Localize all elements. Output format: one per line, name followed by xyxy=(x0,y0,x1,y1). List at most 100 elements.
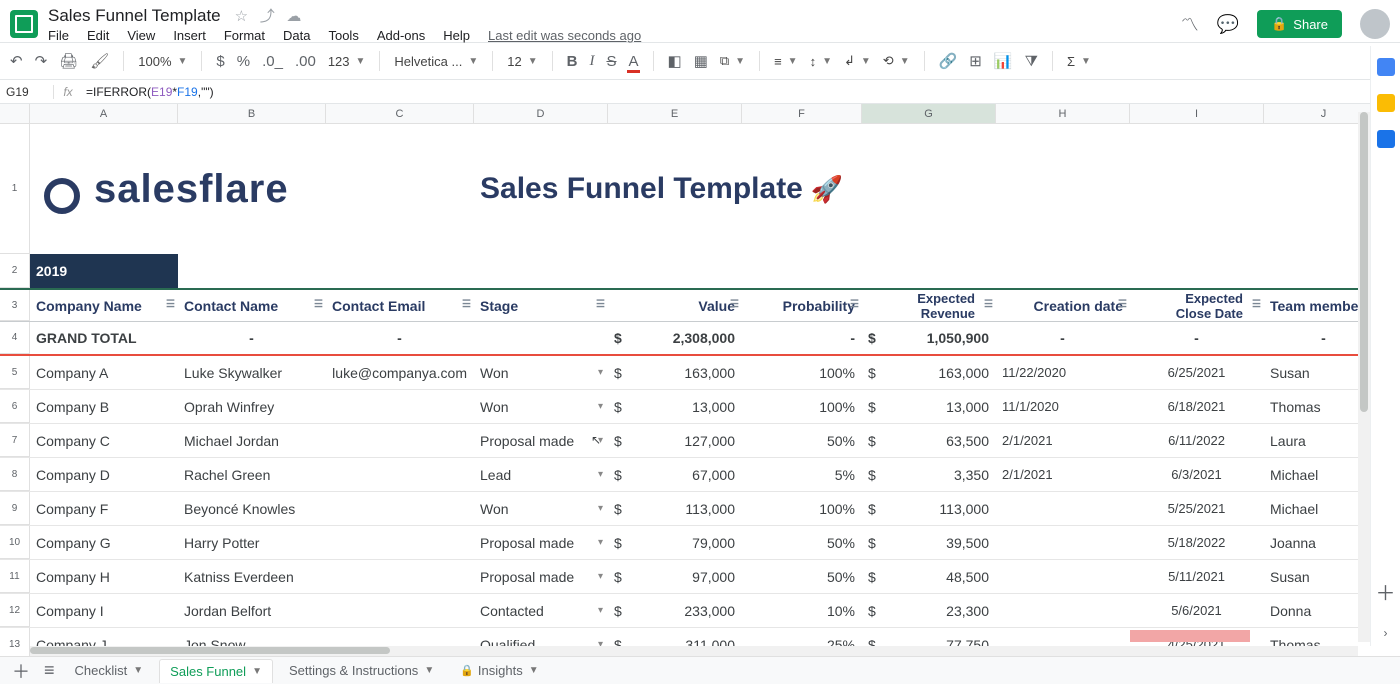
cell[interactable] xyxy=(1130,254,1264,288)
stage-cell[interactable]: Contacted xyxy=(474,594,608,627)
stage-cell[interactable]: Won xyxy=(474,492,608,525)
probability-cell[interactable]: 10% xyxy=(742,594,862,627)
probability-cell[interactable]: 50% xyxy=(742,560,862,593)
cell[interactable]: - xyxy=(326,322,474,354)
cell[interactable] xyxy=(178,254,326,288)
value-cell[interactable]: 13,000 xyxy=(608,390,742,423)
col-header-d[interactable]: D xyxy=(474,104,608,123)
all-sheets-icon[interactable]: ≡ xyxy=(40,660,59,681)
probability-cell[interactable]: 100% xyxy=(742,492,862,525)
row-number[interactable]: 5 xyxy=(0,356,30,389)
row-number[interactable]: 6 xyxy=(0,390,30,423)
filter-icon[interactable]: ☰ xyxy=(462,299,471,310)
row-number[interactable]: 11 xyxy=(0,560,30,593)
company-cell[interactable]: Company C xyxy=(30,424,178,457)
tab-checklist[interactable]: Checklist▼ xyxy=(65,659,154,682)
fill-color-icon[interactable]: ◧ xyxy=(668,52,682,70)
menu-tools[interactable]: Tools xyxy=(328,28,358,43)
menu-help[interactable]: Help xyxy=(443,28,470,43)
filter-icon[interactable]: ☰ xyxy=(166,299,175,310)
expected-revenue-cell[interactable]: 63,500 xyxy=(862,424,996,457)
print-icon[interactable]: 🖨 xyxy=(59,52,78,70)
company-cell[interactable]: Company D xyxy=(30,458,178,491)
cell[interactable]: - xyxy=(996,322,1130,354)
menu-file[interactable]: File xyxy=(48,28,69,43)
filter-icon[interactable]: ☰ xyxy=(984,299,993,310)
hide-sidepanel-icon[interactable]: › xyxy=(1384,626,1388,640)
contact-email-cell[interactable] xyxy=(326,560,474,593)
add-addon-icon[interactable]: ＋ xyxy=(1376,577,1396,606)
contact-name-cell[interactable]: Jordan Belfort xyxy=(178,594,326,627)
value-cell[interactable]: 113,000 xyxy=(608,492,742,525)
font-dropdown[interactable]: Helvetica ...▼ xyxy=(394,54,478,69)
close-date-cell[interactable]: 6/18/2021 xyxy=(1130,390,1264,423)
format-currency-icon[interactable]: $ xyxy=(216,53,224,70)
company-cell[interactable]: Company G xyxy=(30,526,178,559)
value-cell[interactable]: 233,000 xyxy=(608,594,742,627)
filter-icon[interactable]: ☰ xyxy=(596,299,605,310)
rotate-dropdown[interactable]: ⟲▼ xyxy=(883,53,910,69)
hdr-company[interactable]: Company Name☰ xyxy=(30,290,178,321)
increase-decimal-icon[interactable]: .00 xyxy=(295,53,316,70)
contact-email-cell[interactable]: luke@companya.com xyxy=(326,356,474,389)
cell[interactable] xyxy=(474,322,608,354)
name-box[interactable]: G19 xyxy=(0,85,54,99)
grand-total-revenue[interactable]: 1,050,900 xyxy=(862,322,996,354)
hdr-contact-name[interactable]: Contact Name☰ xyxy=(178,290,326,321)
row-number[interactable]: 10 xyxy=(0,526,30,559)
col-header-i[interactable]: I xyxy=(1130,104,1264,123)
filter-icon[interactable]: ☰ xyxy=(1118,299,1127,310)
bold-icon[interactable]: B xyxy=(567,53,578,70)
row-number[interactable]: 2 xyxy=(0,254,30,288)
company-cell[interactable]: Company F xyxy=(30,492,178,525)
filter-icon[interactable]: ⧩ xyxy=(1025,53,1038,70)
formula-input[interactable]: =IFERROR(E19*F19,"") xyxy=(82,85,218,99)
tab-insights[interactable]: 🔒Insights▼ xyxy=(450,659,548,682)
paint-format-icon[interactable]: 🖌 xyxy=(90,52,109,70)
creation-date-cell[interactable]: 11/22/2020 xyxy=(996,356,1130,389)
row-number[interactable]: 4 xyxy=(0,322,30,354)
add-sheet-icon[interactable]: ＋ xyxy=(8,658,34,684)
contact-email-cell[interactable] xyxy=(326,594,474,627)
hdr-probability[interactable]: Probability☰ xyxy=(742,290,862,321)
grand-total-value[interactable]: 2,308,000 xyxy=(608,322,742,354)
company-cell[interactable]: Company I xyxy=(30,594,178,627)
contact-email-cell[interactable] xyxy=(326,390,474,423)
creation-date-cell[interactable]: 11/1/2020 xyxy=(996,390,1130,423)
probability-cell[interactable]: 5% xyxy=(742,458,862,491)
comments-icon[interactable]: 💬 xyxy=(1217,14,1239,35)
creation-date-cell[interactable] xyxy=(996,526,1130,559)
hdr-value[interactable]: Value☰ xyxy=(608,290,742,321)
contact-name-cell[interactable]: Rachel Green xyxy=(178,458,326,491)
contact-name-cell[interactable]: Michael Jordan xyxy=(178,424,326,457)
tab-settings[interactable]: Settings & Instructions▼ xyxy=(279,659,444,682)
vertical-scrollbar[interactable] xyxy=(1358,112,1370,642)
hdr-contact-email[interactable]: Contact Email☰ xyxy=(326,290,474,321)
row-number[interactable]: 3 xyxy=(0,290,30,321)
menu-edit[interactable]: Edit xyxy=(87,28,109,43)
merge-dropdown[interactable]: ⧉▼ xyxy=(720,53,745,69)
expected-revenue-cell[interactable]: 3,350 xyxy=(862,458,996,491)
row-number[interactable]: 9 xyxy=(0,492,30,525)
contact-name-cell[interactable]: Luke Skywalker xyxy=(178,356,326,389)
probability-cell[interactable]: 50% xyxy=(742,526,862,559)
text-color-icon[interactable]: A xyxy=(628,53,638,70)
contact-name-cell[interactable]: Harry Potter xyxy=(178,526,326,559)
cloud-icon[interactable]: ☁ xyxy=(286,8,301,25)
star-icon[interactable]: ☆ xyxy=(235,8,248,25)
col-header-b[interactable]: B xyxy=(178,104,326,123)
creation-date-cell[interactable]: 2/1/2021 xyxy=(996,424,1130,457)
company-cell[interactable]: Company A xyxy=(30,356,178,389)
tasks-addon-icon[interactable] xyxy=(1377,130,1395,148)
last-edit-link[interactable]: Last edit was seconds ago xyxy=(488,28,641,43)
hdr-expected-revenue[interactable]: ExpectedRevenue☰ xyxy=(862,290,996,321)
expected-revenue-cell[interactable]: 23,300 xyxy=(862,594,996,627)
year-cell[interactable]: 2019 xyxy=(30,254,178,288)
cell[interactable] xyxy=(742,254,862,288)
cell[interactable] xyxy=(996,254,1130,288)
stage-cell[interactable]: Lead xyxy=(474,458,608,491)
hdr-close-date[interactable]: ExpectedClose Date☰ xyxy=(1130,290,1264,321)
filter-icon[interactable]: ☰ xyxy=(1252,299,1261,310)
contact-email-cell[interactable] xyxy=(326,458,474,491)
col-header-h[interactable]: H xyxy=(996,104,1130,123)
